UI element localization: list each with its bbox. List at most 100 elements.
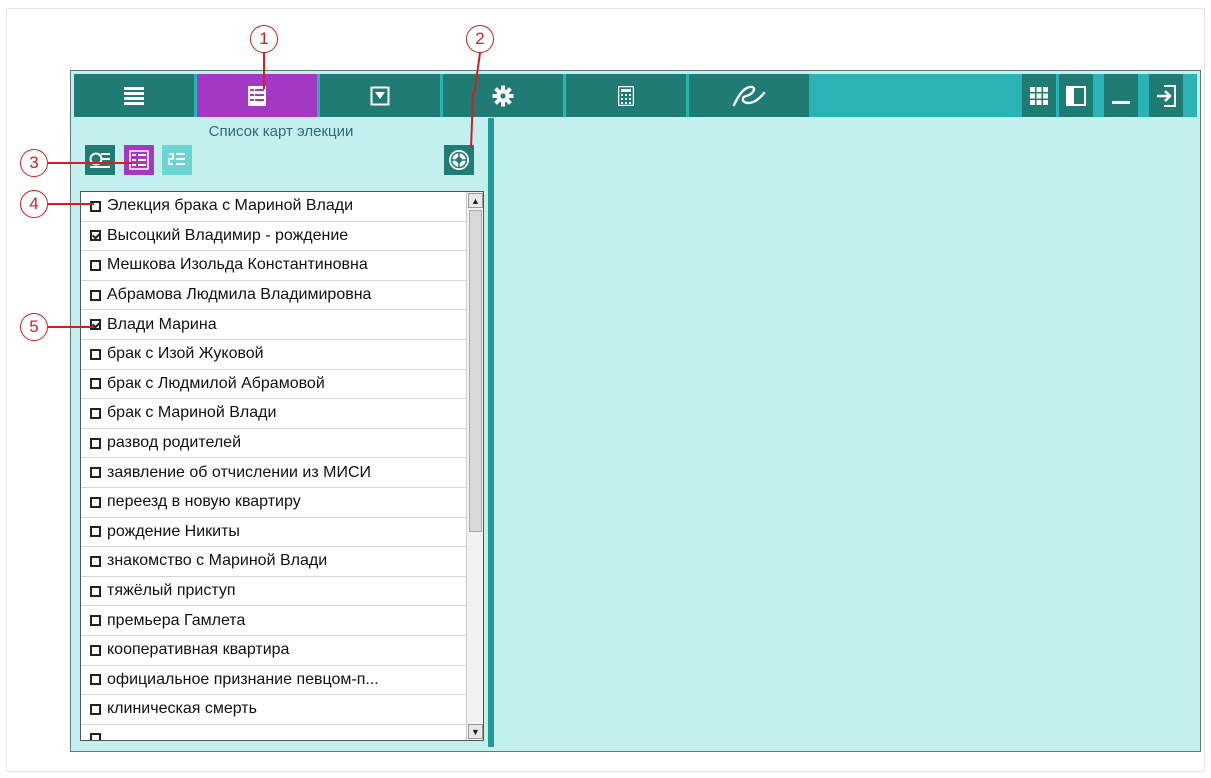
list-item-checkbox[interactable] xyxy=(90,319,101,331)
calculator-icon xyxy=(618,85,634,106)
list-item-label: премьера Гамлета xyxy=(107,611,246,629)
list-item[interactable] xyxy=(81,725,467,740)
list-item[interactable]: Элекция брака с Мариной Влади xyxy=(81,192,467,222)
elections-list[interactable]: Элекция брака с Мариной Влади Высоцкий Вл… xyxy=(80,191,484,741)
list-item-label: рождение Никиты xyxy=(107,522,240,540)
callout-1-leader xyxy=(263,53,265,89)
list-item-checkbox[interactable] xyxy=(90,259,101,271)
list-item-label: Мешкова Изольда Константиновна xyxy=(107,256,368,274)
list-item-checkbox[interactable] xyxy=(90,467,101,479)
callout-5-leader xyxy=(48,326,94,328)
list-item-checkbox[interactable] xyxy=(90,733,101,740)
panel-toggle-button[interactable] xyxy=(1059,74,1093,117)
signature-button[interactable] xyxy=(689,74,809,117)
list-item[interactable]: рождение Никиты xyxy=(81,518,467,548)
list-item[interactable]: брак с Мариной Влади xyxy=(81,399,467,429)
chart-list-mode-button[interactable] xyxy=(85,145,115,175)
list-item-checkbox[interactable] xyxy=(90,615,101,627)
list-item-label: переезд в новую квартиру xyxy=(107,493,301,511)
callout-3: 3 xyxy=(20,149,48,177)
callout-3-leader xyxy=(48,162,132,164)
list-item[interactable]: кооперативная квартира xyxy=(81,636,467,666)
list-item[interactable]: брак с Людмилой Абрамовой xyxy=(81,370,467,400)
list-item-checkbox[interactable] xyxy=(90,555,101,567)
list-item-label: брак с Мариной Влади xyxy=(107,404,277,422)
numbered-list-icon xyxy=(168,153,185,165)
toolbar xyxy=(74,74,1197,117)
list-item[interactable]: брак с Изой Жуковой xyxy=(81,340,467,370)
list-item-label: брак с Людмилой Абрамовой xyxy=(107,374,325,392)
callout-2: 2 xyxy=(466,25,494,53)
callout-4: 4 xyxy=(20,190,48,218)
list-item-checkbox[interactable] xyxy=(90,585,101,597)
chart-area xyxy=(494,118,1197,747)
list-item-label: клиническая смерть xyxy=(107,700,257,718)
chart-list-icon xyxy=(89,152,110,168)
callout-5: 5 xyxy=(20,313,48,341)
list-title: Список карт элекции xyxy=(208,123,354,140)
grid-button[interactable] xyxy=(1022,74,1056,117)
callout-4-leader xyxy=(48,203,94,205)
list-item-checkbox[interactable] xyxy=(90,437,101,449)
list-item-checkbox[interactable] xyxy=(90,230,101,242)
exit-icon xyxy=(1157,84,1176,107)
list-item-label: заявление об отчислении из МИСИ xyxy=(107,463,372,481)
list-item-label: знакомство с Мариной Влади xyxy=(107,552,328,570)
list-item-label: Высоцкий Владимир - рождение xyxy=(107,226,349,244)
list-item-label: Абрамова Людмила Владимировна xyxy=(107,286,372,304)
dropdown-box-icon xyxy=(370,86,390,105)
list-item[interactable]: Высоцкий Владимир - рождение xyxy=(81,222,467,252)
signature-icon xyxy=(732,85,766,106)
settings-button[interactable] xyxy=(443,74,563,117)
scroll-up-icon[interactable]: ▲ xyxy=(468,193,483,208)
gear-icon xyxy=(492,85,514,106)
list-item[interactable]: официальное признание певцом-п... xyxy=(81,666,467,696)
list-rows: Элекция брака с Мариной Влади Высоцкий Вл… xyxy=(81,192,467,740)
list-item-checkbox[interactable] xyxy=(90,378,101,390)
list-item-label: брак с Изой Жуковой xyxy=(107,345,264,363)
list-item-label: кооперативная квартира xyxy=(107,641,290,659)
list-item[interactable]: премьера Гамлета xyxy=(81,606,467,636)
list-item-checkbox[interactable] xyxy=(90,674,101,686)
list-item-label: Элекция брака с Мариной Влади xyxy=(107,197,354,215)
list-item[interactable]: переезд в новую квартиру xyxy=(81,488,467,518)
table-list-mode-button[interactable] xyxy=(124,145,154,175)
list-item-label: Влади Марина xyxy=(107,315,217,333)
list-item-checkbox[interactable] xyxy=(90,526,101,538)
natal-chart-button[interactable] xyxy=(444,145,474,175)
list-icon xyxy=(124,86,144,105)
exit-button[interactable] xyxy=(1149,74,1183,117)
callout-1: 1 xyxy=(250,25,278,53)
list-item[interactable]: Абрамова Людмила Владимировна xyxy=(81,281,467,311)
list-item-checkbox[interactable] xyxy=(90,496,101,508)
list-item-checkbox[interactable] xyxy=(90,703,101,715)
calculator-button[interactable] xyxy=(566,74,686,117)
numbered-list-mode-button[interactable] xyxy=(162,145,192,175)
list-item[interactable]: клиническая смерть xyxy=(81,695,467,725)
dropdown-button[interactable] xyxy=(320,74,440,117)
list-scrollbar[interactable]: ▲ ▼ xyxy=(466,192,483,740)
scroll-down-icon[interactable]: ▼ xyxy=(468,724,483,739)
table-list-icon xyxy=(129,150,149,170)
minimize-icon xyxy=(1112,100,1130,104)
grid-icon xyxy=(1030,86,1048,105)
minimize-button[interactable] xyxy=(1104,74,1138,117)
panel-left-icon xyxy=(1066,85,1086,106)
scroll-thumb[interactable] xyxy=(469,210,482,532)
list-item-checkbox[interactable] xyxy=(90,348,101,360)
list-detail-button[interactable] xyxy=(197,74,317,117)
list-item[interactable]: знакомство с Мариной Влади xyxy=(81,547,467,577)
list-item[interactable]: тяжёлый приступ xyxy=(81,577,467,607)
list-item[interactable]: Влади Марина xyxy=(81,310,467,340)
list-item-checkbox[interactable] xyxy=(90,289,101,301)
list-item[interactable]: заявление об отчислении из МИСИ xyxy=(81,458,467,488)
list-item-checkbox[interactable] xyxy=(90,644,101,656)
list-item-label: развод родителей xyxy=(107,434,242,452)
list-item-label: тяжёлый приступ xyxy=(107,582,236,600)
list-item[interactable]: развод родителей xyxy=(81,429,467,459)
natal-chart-icon xyxy=(449,150,469,170)
app-window: Список карт элекции Элекция брака с Мари… xyxy=(70,70,1201,752)
list-view-button[interactable] xyxy=(74,74,194,117)
list-item-checkbox[interactable] xyxy=(90,407,101,419)
list-item[interactable]: Мешкова Изольда Константиновна xyxy=(81,251,467,281)
